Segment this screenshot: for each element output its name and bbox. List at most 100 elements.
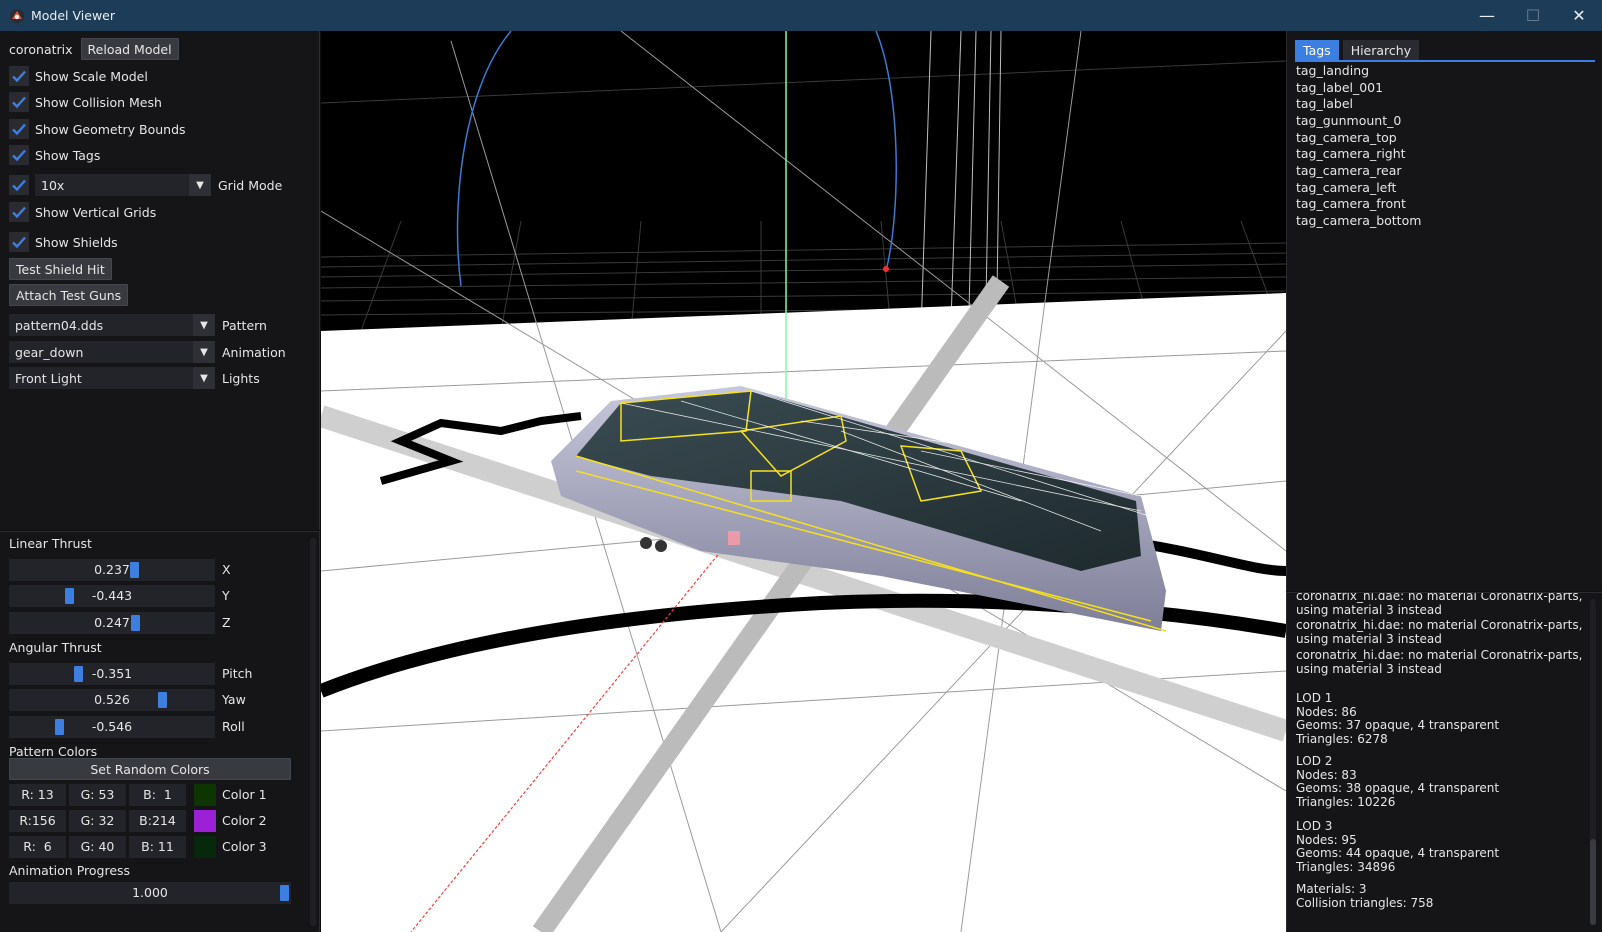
color1-label: Color 1 [222,787,267,802]
chevron-down-icon: ▼ [193,314,215,336]
color3-label: Color 3 [222,839,267,854]
color2-swatch[interactable] [194,810,216,832]
checkmark-icon [12,96,26,109]
checkbox-label: Show Shields [35,234,118,250]
list-item[interactable]: tag_camera_top [1296,129,1397,146]
lights-select[interactable]: Front Light ▼ [9,367,215,389]
scrollbar[interactable] [310,538,316,926]
title-bar: Model Viewer — ☐ ✕ [0,0,1602,31]
checkbox[interactable] [9,119,29,139]
slider-value: -0.351 [91,666,133,681]
show-tags-checkbox[interactable]: Show Tags [9,144,100,166]
scene-render [321,31,1286,932]
tab-bar: Tags Hierarchy [1295,40,1595,62]
color2-r-field[interactable]: R:156 [9,810,66,832]
checkbox-label: Show Tags [35,147,101,163]
color1-b-field[interactable]: B: 1 [129,784,186,806]
color2-g-field[interactable]: G: 32 [69,810,126,832]
checkmark-icon [12,123,26,136]
lights-label: Lights [222,370,260,386]
thrust-panel: Linear Thrust 0.237 X -0.443 Y 0.247 Z A… [0,531,320,932]
log-message: coronatrix_hi.dae: no material Coronatri… [1296,618,1583,646]
checkbox-label: Show Vertical Grids [35,204,157,220]
list-item[interactable]: tag_landing [1296,62,1369,79]
lights-value: Front Light [15,370,82,386]
list-item[interactable]: tag_camera_rear [1296,162,1402,179]
roll-slider[interactable]: -0.546 [9,716,215,738]
window-title: Model Viewer [31,8,115,23]
set-random-colors-button[interactable]: Set Random Colors [9,758,291,780]
checkbox[interactable] [9,145,29,165]
animation-progress-slider[interactable]: 1.000 [9,882,291,904]
tab-tags[interactable]: Tags [1295,40,1339,60]
chevron-down-icon: ▼ [193,367,215,389]
show-scale-model-checkbox[interactable]: Show Scale Model [9,65,148,87]
grid-mode-value: 10x [41,177,65,193]
slider-label: Y [222,588,230,603]
scrollbar[interactable] [1590,599,1596,925]
close-button[interactable]: ✕ [1556,0,1602,31]
checkbox-label: Show Scale Model [35,68,148,84]
color3-b-field[interactable]: B: 11 [129,836,186,858]
list-item[interactable]: tag_camera_left [1296,179,1396,196]
list-item[interactable]: tag_camera_right [1296,145,1406,162]
yaw-slider[interactable]: 0.526 [9,689,215,711]
maximize-button[interactable]: ☐ [1510,0,1556,31]
linear-z-slider[interactable]: 0.247 [9,612,215,634]
tab-hierarchy[interactable]: Hierarchy [1342,40,1420,60]
show-geometry-bounds-checkbox[interactable]: Show Geometry Bounds [9,118,186,140]
pattern-select[interactable]: pattern04.dds ▼ [9,314,215,336]
color3-swatch[interactable] [194,836,216,858]
linear-y-slider[interactable]: -0.443 [9,585,215,607]
lod-stats: LOD 1 Nodes: 86 Geoms: 37 opaque, 4 tran… [1296,691,1500,746]
slider-value: -0.546 [91,719,133,734]
pattern-colors-title: Pattern Colors [9,744,98,759]
3d-viewport[interactable] [321,31,1286,932]
tags-panel: Tags Hierarchy tag_landing tag_label_001… [1286,31,1602,591]
show-collision-mesh-checkbox[interactable]: Show Collision Mesh [9,91,162,113]
checkbox[interactable] [9,92,29,112]
list-item[interactable]: tag_label [1296,95,1353,112]
list-item[interactable]: tag_label_001 [1296,79,1383,96]
checkmark-icon [12,179,26,192]
slider-label: X [222,562,231,577]
attach-test-guns-button[interactable]: Attach Test Guns [9,284,129,306]
animation-select[interactable]: gear_down ▼ [9,341,215,363]
checkbox[interactable] [9,232,29,252]
color3-r-field[interactable]: R: 6 [9,836,66,858]
lod-stats: LOD 3 Nodes: 95 Geoms: 44 opaque, 4 tran… [1296,819,1500,874]
slider-value: 0.237 [94,562,130,577]
slider-label: Yaw [222,692,246,707]
color1-g-field[interactable]: G: 53 [69,784,126,806]
animation-progress-title: Animation Progress [9,863,131,878]
reload-model-button[interactable]: Reload Model [80,38,179,60]
test-shield-hit-button[interactable]: Test Shield Hit [9,258,112,280]
checkbox[interactable] [9,202,29,222]
grid-checkbox[interactable] [9,175,29,195]
color1-r-field[interactable]: R: 13 [9,784,66,806]
show-vertical-grids-checkbox[interactable]: Show Vertical Grids [9,201,156,223]
chevron-down-icon: ▼ [189,174,211,196]
pitch-slider[interactable]: -0.351 [9,663,215,685]
scrollbar-thumb[interactable] [1590,839,1596,925]
checkmark-icon [12,236,26,249]
color3-g-field[interactable]: G: 40 [69,836,126,858]
slider-value: 1.000 [132,885,168,900]
list-item[interactable]: tag_camera_bottom [1296,212,1421,229]
grid-mode-select[interactable]: 10x ▼ [35,174,211,196]
slider-label: Pitch [222,666,253,681]
animation-label: Animation [222,344,286,360]
checkbox[interactable] [9,66,29,86]
color2-b-field[interactable]: B:214 [129,810,186,832]
show-shields-checkbox[interactable]: Show Shields [9,231,118,253]
app-icon [10,8,24,23]
list-item[interactable]: tag_gunmount_0 [1296,112,1401,129]
log-message: coronatrix_hi.dae: no material Coronatri… [1296,648,1583,676]
list-item[interactable]: tag_camera_front [1296,195,1406,212]
pattern-label: Pattern [222,317,267,333]
color1-swatch[interactable] [194,784,216,806]
minimize-button[interactable]: — [1464,0,1510,31]
angular-thrust-title: Angular Thrust [9,640,102,655]
linear-x-slider[interactable]: 0.237 [9,559,215,581]
pattern-value: pattern04.dds [15,317,104,333]
